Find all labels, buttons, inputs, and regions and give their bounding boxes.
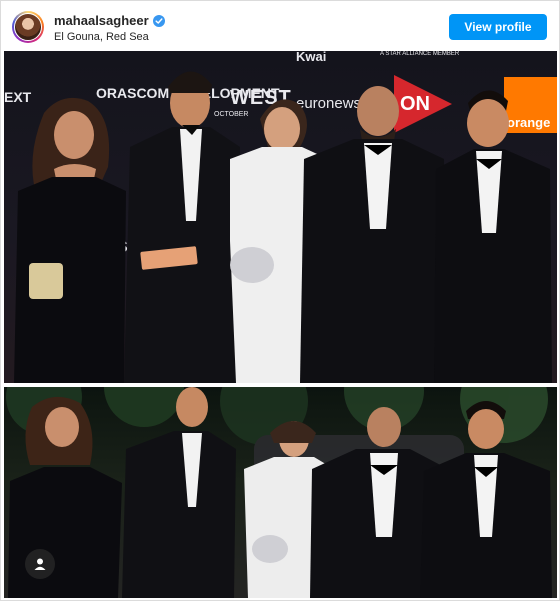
post-image[interactable]: Kwai A STAR ALLIANCE MEMBER ORASCOM DEVE… xyxy=(4,51,557,598)
red-carpet-group-photo xyxy=(14,71,552,383)
location-link[interactable]: El Gouna, Red Sea xyxy=(54,31,165,43)
person-man-bald xyxy=(300,86,446,383)
photo-top-panel: Kwai A STAR ALLIANCE MEMBER ORASCOM DEVE… xyxy=(4,51,557,383)
person-girl-left xyxy=(14,97,126,383)
person-man-tux-left xyxy=(124,71,240,383)
view-profile-button[interactable]: View profile xyxy=(449,14,547,40)
outdoor-group-photo xyxy=(6,387,552,598)
username-link[interactable]: mahaalsagheer xyxy=(54,13,149,28)
username-row: mahaalsagheer xyxy=(54,13,165,28)
instagram-post-card: mahaalsagheer El Gouna, Red Sea View pro… xyxy=(0,0,560,601)
person-boy-right xyxy=(434,90,552,383)
post-header: mahaalsagheer El Gouna, Red Sea View pro… xyxy=(1,1,559,51)
photo-bottom-panel xyxy=(4,387,557,598)
user-info: mahaalsagheer El Gouna, Red Sea xyxy=(54,13,165,43)
profile-avatar[interactable] xyxy=(12,11,44,43)
avatar-image xyxy=(14,13,42,41)
user-tag-icon[interactable] xyxy=(25,549,55,579)
verified-badge-icon xyxy=(152,14,165,27)
